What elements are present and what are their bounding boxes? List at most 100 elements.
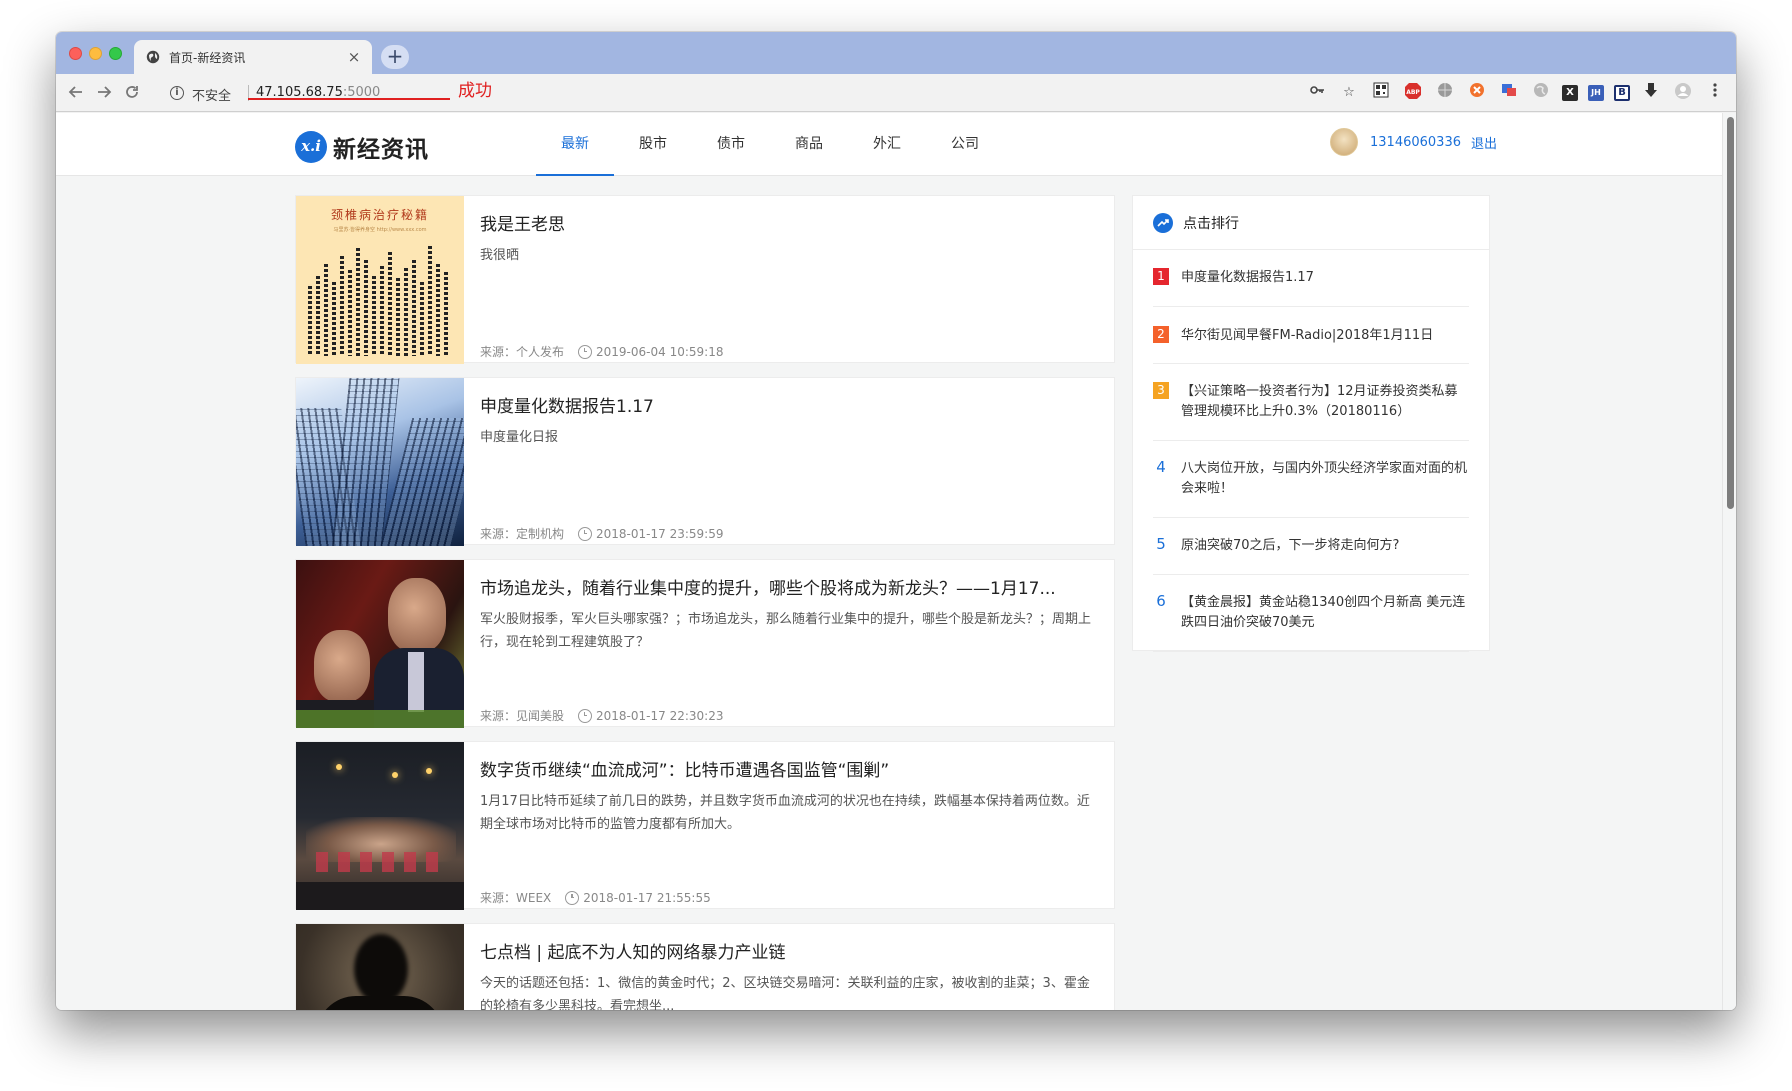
- article-title[interactable]: 数字货币继续“血流成河”：比特币遭遇各国监管“围剿”: [480, 756, 1094, 781]
- article-time: 2019-06-04 10:59:18: [596, 344, 724, 359]
- ranking-item-text[interactable]: 【兴证策略一投资者行为】12月证券投资类私募管理规模环比上升0.3%（20180…: [1181, 382, 1469, 422]
- nav-tab-forex[interactable]: 外汇: [848, 113, 926, 176]
- article-summary: 今天的话题还包括：1、微信的黄金时代；2、区块链交易暗河：关联利益的庄家，被收割…: [480, 976, 1090, 1010]
- article-source: 来源：WEEX: [480, 891, 552, 905]
- article-body: 申度量化数据报告1.17 申度量化日报 来源：定制机构 2018-01-17 2…: [480, 392, 1094, 544]
- tab-strip: 首页-新经资讯 × +: [56, 32, 1736, 74]
- forward-arrow-icon[interactable]: [94, 83, 114, 103]
- article-title[interactable]: 申度量化数据报告1.17: [480, 392, 1094, 417]
- ranking-item-text[interactable]: 八大岗位开放，与国内外顶尖经济学家面对面的机会来啦！: [1181, 459, 1469, 499]
- article-thumbnail[interactable]: 颈椎病治疗秘籍 马里苏·皆得养身空 http://www.xxx.com: [296, 196, 464, 364]
- logo-icon: x.i: [295, 131, 327, 163]
- rank-number: 6: [1156, 592, 1166, 610]
- article-title[interactable]: 七点档 | 起底不为人知的网络暴力产业链: [480, 938, 1094, 963]
- article-summary: 申度量化日报: [480, 430, 559, 445]
- article-meta: 来源：定制机构 2018-01-17 23:59:59: [480, 525, 723, 542]
- ranking-list: 1 申度量化数据报告1.17 2 华尔街见闻早餐FM-Radio|2018年1月…: [1133, 250, 1489, 652]
- ranking-item[interactable]: 4 八大岗位开放，与国内外顶尖经济学家面对面的机会来啦！: [1153, 441, 1469, 518]
- article-source: 来源：见闻美股: [480, 709, 565, 723]
- page-scrollbar[interactable]: [1722, 113, 1736, 1010]
- article-thumbnail[interactable]: [296, 560, 464, 728]
- nav-tab-company[interactable]: 公司: [926, 113, 1004, 176]
- user-phone-link[interactable]: 13146060336: [1370, 135, 1461, 150]
- rank-number: 2: [1153, 326, 1169, 343]
- key-icon[interactable]: [1306, 82, 1328, 104]
- ranking-item[interactable]: 6 【黄金晨报】黄金站稳1340创四个月新高 美元连跌四日油价突破70美元: [1153, 575, 1469, 652]
- avatar[interactable]: [1330, 128, 1358, 156]
- globe-favicon-icon: [146, 50, 160, 64]
- back-arrow-icon[interactable]: [66, 83, 86, 103]
- nav-tab-stocks[interactable]: 股市: [614, 113, 692, 176]
- profile-icon[interactable]: [1672, 82, 1694, 104]
- article-time: 2018-01-17 21:55:55: [583, 890, 711, 905]
- scrollbar-thumb[interactable]: [1727, 117, 1734, 509]
- main-nav: 最新 股市 债市 商品 外汇 公司: [536, 113, 1004, 176]
- logout-link[interactable]: 退出: [1471, 133, 1497, 152]
- article-meta: 来源：WEEX 2018-01-17 21:55:55: [480, 889, 711, 906]
- article-thumbnail[interactable]: [296, 742, 464, 910]
- article-time: 2018-01-17 22:30:23: [596, 708, 724, 723]
- article-card[interactable]: 颈椎病治疗秘籍 马里苏·皆得养身空 http://www.xxx.com 我是王…: [295, 195, 1115, 364]
- earth-icon[interactable]: [1530, 82, 1552, 104]
- tab-close-icon[interactable]: ×: [346, 48, 362, 66]
- article-thumbnail[interactable]: [296, 924, 464, 1010]
- article-card[interactable]: 数字货币继续“血流成河”：比特币遭遇各国监管“围剿” 1月17日比特币延续了前几…: [295, 741, 1115, 910]
- qr-icon[interactable]: [1370, 82, 1392, 104]
- jh-icon[interactable]: JH: [1588, 85, 1604, 101]
- minimize-window-button[interactable]: [89, 47, 102, 60]
- article-body: 数字货币继续“血流成河”：比特币遭遇各国监管“围剿” 1月17日比特币延续了前几…: [480, 756, 1094, 908]
- rank-number: 3: [1153, 382, 1169, 399]
- ranking-title: 点击排行: [1183, 215, 1239, 232]
- article-card[interactable]: 市场追龙头，随着行业集中度的提升，哪些个股将成为新龙头？——1月17... 军火…: [295, 559, 1115, 728]
- star-icon[interactable]: ☆: [1338, 82, 1360, 104]
- thumbnail-subtitle: 马里苏·皆得养身空 http://www.xxx.com: [333, 227, 427, 233]
- ranking-item[interactable]: 1 申度量化数据报告1.17: [1153, 250, 1469, 307]
- close-window-button[interactable]: [69, 47, 82, 60]
- address-bar[interactable]: i 不安全 47.105.68.75:5000: [166, 80, 1326, 106]
- adblock-icon[interactable]: ABP: [1402, 82, 1424, 104]
- download-icon[interactable]: [1640, 82, 1662, 104]
- article-time: 2018-01-17 23:59:59: [596, 526, 724, 541]
- browser-tab[interactable]: 首页-新经资讯 ×: [134, 40, 372, 74]
- ranking-item-text[interactable]: 华尔街见闻早餐FM-Radio|2018年1月11日: [1181, 326, 1433, 346]
- ranking-item-text[interactable]: 申度量化数据报告1.17: [1181, 268, 1314, 288]
- article-summary: 军火股财报季，军火巨头哪家强？；市场追龙头，那么随着行业集中的提升，哪些个股是新…: [480, 612, 1092, 650]
- article-card[interactable]: 申度量化数据报告1.17 申度量化日报 来源：定制机构 2018-01-17 2…: [295, 377, 1115, 546]
- tab-title: 首页-新经资讯: [169, 50, 246, 65]
- nav-tab-commodities[interactable]: 商品: [770, 113, 848, 176]
- b-icon[interactable]: B: [1614, 85, 1630, 101]
- article-summary: 我很晒: [480, 248, 520, 263]
- article-card[interactable]: 七点档 | 起底不为人知的网络暴力产业链 今天的话题还包括：1、微信的黄金时代；…: [295, 923, 1115, 1010]
- ranking-item[interactable]: 5 原油突破70之后，下一步将走向何方?: [1153, 518, 1469, 575]
- globe-icon[interactable]: [1434, 82, 1456, 104]
- nav-tab-bonds[interactable]: 债市: [692, 113, 770, 176]
- article-title[interactable]: 我是王老思: [480, 210, 1094, 235]
- article-title[interactable]: 市场追龙头，随着行业集中度的提升，哪些个股将成为新龙头？——1月17...: [480, 574, 1094, 599]
- info-icon[interactable]: i: [170, 86, 184, 100]
- web-page: x.i 新经资讯 最新 股市 债市 商品 外汇 公司 13146060336 退…: [56, 113, 1736, 1010]
- maximize-window-button[interactable]: [109, 47, 122, 60]
- site-logo[interactable]: x.i 新经资讯: [295, 130, 429, 164]
- user-area: 13146060336 退出: [1330, 128, 1497, 156]
- orange-icon[interactable]: [1466, 82, 1488, 104]
- ranking-item-text[interactable]: 原油突破70之后，下一步将走向何方?: [1181, 536, 1399, 556]
- browser-toolbar: i 不安全 47.105.68.75:5000 ☆ ABP X JH B: [56, 74, 1736, 112]
- article-thumbnail[interactable]: [296, 378, 464, 546]
- ranking-item-text[interactable]: 【黄金晨报】黄金站稳1340创四个月新高 美元连跌四日油价突破70美元: [1181, 593, 1469, 633]
- extension-toolbar: ☆ ABP X JH B: [1306, 82, 1726, 104]
- nav-tab-latest[interactable]: 最新: [536, 113, 614, 176]
- article-source: 来源：个人发布: [480, 345, 565, 359]
- menu-icon[interactable]: [1704, 82, 1726, 104]
- ranking-item[interactable]: 2 华尔街见闻早餐FM-Radio|2018年1月11日: [1153, 307, 1469, 364]
- article-body: 七点档 | 起底不为人知的网络暴力产业链 今天的话题还包括：1、微信的黄金时代；…: [480, 938, 1094, 1010]
- new-tab-button[interactable]: +: [381, 45, 409, 69]
- translate-icon[interactable]: [1498, 82, 1520, 104]
- adblock-label: ABP: [1406, 89, 1420, 96]
- reload-icon[interactable]: [122, 83, 142, 103]
- ranking-item[interactable]: 3 【兴证策略一投资者行为】12月证券投资类私募管理规模环比上升0.3%（201…: [1153, 364, 1469, 441]
- article-body: 我是王老思 我很晒 来源：个人发布 2019-06-04 10:59:18: [480, 210, 1094, 362]
- click-ranking-panel: 点击排行 1 申度量化数据报告1.17 2 华尔街见闻早餐FM-Radio|20…: [1132, 195, 1490, 652]
- x-icon[interactable]: X: [1562, 85, 1578, 101]
- annotation-underline: [248, 98, 450, 100]
- clock-icon: [578, 526, 593, 541]
